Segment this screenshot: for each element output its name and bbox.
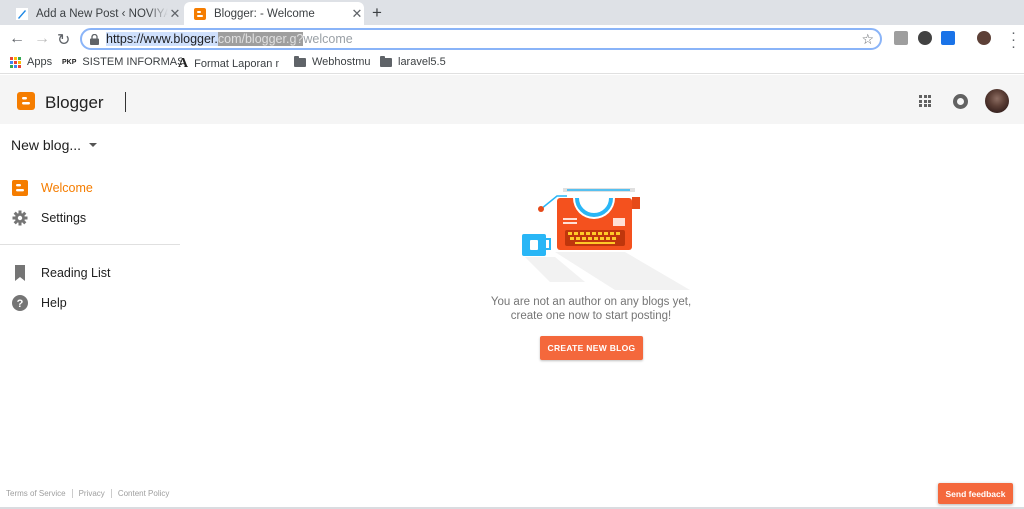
caret-down-icon	[89, 143, 98, 147]
extension-1-icon[interactable]	[894, 31, 908, 45]
bookmark-label: laravel5.5	[398, 56, 446, 68]
font-a-icon: A	[178, 56, 189, 71]
footer-divider	[110, 489, 112, 498]
bookmark-icon	[11, 264, 29, 282]
google-apps-icon[interactable]	[919, 95, 931, 107]
tab-title: Blogger: - Welcome	[214, 7, 315, 20]
bookmarks-bar: Apps PKP SISTEM INFORMASI A Format Lapor…	[0, 53, 1024, 74]
app-title[interactable]: Blogger	[45, 93, 104, 113]
tab-blogger-welcome[interactable]: Blogger: - Welcome ✕	[184, 2, 364, 25]
sidebar-item-label: Help	[41, 296, 67, 310]
wordpress-pen-icon	[16, 7, 28, 20]
tab-add-new-post[interactable]: Add a New Post ‹ NOVIYANTO ✕	[6, 2, 182, 25]
help-icon: ?	[11, 294, 29, 312]
reload-icon[interactable]: ↻	[57, 30, 70, 50]
address-bar[interactable]: https://www.blogger.com/blogger.g?welcom…	[80, 28, 882, 50]
notifications-icon[interactable]	[953, 94, 968, 109]
bookmark-label: Apps	[27, 56, 53, 68]
blog-selector-label: New blog...	[11, 137, 82, 153]
sidebar-item-settings[interactable]: Settings	[11, 209, 86, 227]
sidebar-divider	[0, 244, 180, 245]
bookmark-sistem-informasi[interactable]: PKP SISTEM INFORMASI	[62, 56, 182, 68]
header-divider	[125, 92, 126, 112]
browser-tab-strip: Add a New Post ‹ NOVIYANTO ✕ Blogger: - …	[0, 0, 1024, 25]
empty-state-line-2: create one now to start posting!	[510, 310, 672, 322]
close-tab-icon[interactable]: ✕	[168, 6, 182, 22]
app-header: Blogger	[0, 75, 1024, 124]
bookmark-star-icon[interactable]: ☆	[861, 31, 874, 48]
empty-state-line-1: You are not an author on any blogs yet,	[490, 296, 692, 308]
sidebar-item-label: Settings	[41, 211, 87, 225]
bookmark-apps[interactable]: Apps	[10, 56, 52, 68]
extension-2-icon[interactable]	[918, 31, 932, 45]
bookmark-webhostmu[interactable]: Webhostmu	[294, 55, 371, 68]
tab-title: Add a New Post ‹ NOVIYANTO	[36, 7, 168, 20]
privacy-link[interactable]: Privacy	[79, 489, 105, 498]
apps-grid-icon	[10, 56, 21, 68]
empty-state-message: You are not an author on any blogs yet, …	[431, 295, 751, 323]
folder-icon	[380, 55, 392, 67]
new-tab-button[interactable]: +	[372, 3, 382, 23]
svg-text:?: ?	[17, 298, 24, 310]
footer-links: Terms of Service Privacy Content Policy	[6, 489, 169, 498]
sidebar-item-welcome[interactable]: Welcome	[11, 179, 93, 197]
chrome-menu-icon[interactable]: · · ·	[1011, 25, 1016, 54]
account-avatar[interactable]	[985, 89, 1009, 113]
sidebar-item-label: Reading List	[41, 266, 111, 280]
bookmark-label: Webhostmu	[312, 56, 371, 68]
blogger-favicon-icon	[194, 7, 206, 20]
forward-icon[interactable]: →	[34, 30, 50, 48]
sidebar-item-reading-list[interactable]: Reading List	[11, 264, 111, 282]
back-icon[interactable]: ←	[9, 30, 25, 48]
extension-3-icon[interactable]	[941, 31, 955, 45]
pkp-icon: PKP	[62, 58, 77, 66]
bookmark-label: SISTEM INFORMASI	[82, 56, 183, 68]
sidebar-item-help[interactable]: ? Help	[11, 294, 67, 312]
close-tab-icon[interactable]: ✕	[350, 6, 364, 22]
url-overlay-part: com/blogger.g?	[217, 32, 304, 46]
bookmark-label: Format Laporan m	[194, 58, 280, 70]
profile-avatar-icon[interactable]	[977, 31, 991, 45]
typewriter-illustration	[522, 188, 690, 290]
url-text: https://www.blogger.com/blogger.g?welcom…	[106, 32, 353, 46]
content-policy-link[interactable]: Content Policy	[118, 489, 170, 498]
blog-selector-dropdown[interactable]: New blog...	[11, 137, 98, 153]
terms-link[interactable]: Terms of Service	[6, 489, 66, 498]
blogger-logo-icon[interactable]	[17, 92, 35, 110]
sidebar-item-label: Welcome	[41, 181, 93, 195]
url-rest-part: welcome	[303, 32, 353, 46]
gear-icon	[11, 209, 29, 227]
create-new-blog-button[interactable]: CREATE NEW BLOG	[540, 336, 643, 360]
folder-icon	[294, 55, 306, 67]
footer-divider	[71, 489, 73, 498]
browser-toolbar: ← → ↻ https://www.blogger.com/blogger.g?…	[0, 25, 1024, 54]
url-selected-part: https://www.blogger.	[106, 32, 218, 46]
lock-icon	[90, 34, 99, 45]
blogger-b-icon	[11, 179, 29, 197]
blogger-b-glyph	[22, 97, 30, 105]
bookmark-laravel[interactable]: laravel5.5	[380, 55, 446, 68]
bookmark-format-laporan[interactable]: A Format Laporan m	[178, 56, 279, 72]
send-feedback-button[interactable]: Send feedback	[938, 483, 1013, 504]
